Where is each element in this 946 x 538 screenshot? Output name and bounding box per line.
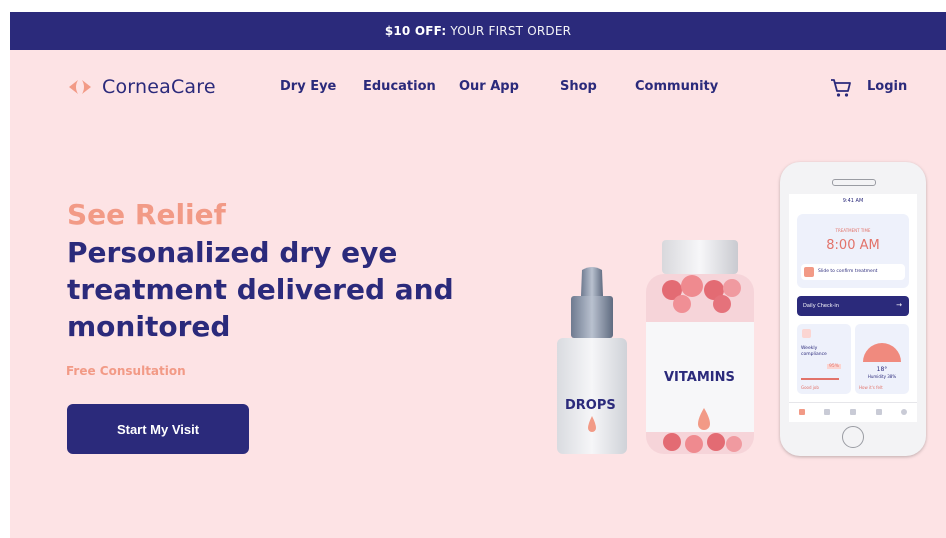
slide-handle-icon[interactable] bbox=[804, 267, 814, 277]
weather-card[interactable]: 18° Humidity 38% How it's felt bbox=[855, 324, 909, 394]
tab-settings-icon[interactable] bbox=[875, 409, 882, 415]
tab-stats-icon[interactable] bbox=[849, 409, 856, 415]
cart-icon[interactable] bbox=[830, 78, 852, 102]
tab-calendar-icon[interactable] bbox=[824, 409, 831, 415]
vitamins-jar-image: VITAMINS bbox=[642, 238, 758, 456]
phone-tab-bar bbox=[789, 402, 917, 421]
treatment-time-label: TREATMENT TIME bbox=[835, 228, 871, 233]
page-background: $10 OFF: YOUR FIRST ORDER CorneaCare Dry… bbox=[10, 12, 946, 538]
compliance-bar bbox=[801, 378, 839, 380]
humidity-text: Humidity 38% bbox=[867, 374, 897, 379]
promo-banner[interactable]: $10 OFF: YOUR FIRST ORDER bbox=[10, 12, 946, 50]
good-job-link[interactable]: Good job bbox=[801, 385, 819, 390]
start-my-visit-button[interactable]: Start My Visit bbox=[67, 404, 249, 454]
free-consultation-text: Free Consultation bbox=[66, 364, 186, 378]
nav-link-education[interactable]: Education bbox=[363, 79, 436, 94]
brand-logo[interactable]: CorneaCare bbox=[66, 76, 216, 98]
tab-profile-icon[interactable] bbox=[901, 409, 908, 415]
daily-checkin-button[interactable]: Daily Check-in → bbox=[797, 296, 909, 316]
login-link[interactable]: Login bbox=[867, 79, 907, 94]
vitamins-label: VITAMINS bbox=[664, 370, 735, 385]
drops-label: DROPS bbox=[565, 398, 616, 413]
drops-bottle-image: DROPS bbox=[555, 266, 629, 456]
nav-link-shop[interactable]: Shop bbox=[560, 79, 597, 94]
phone-status-time: 9:41 AM bbox=[842, 198, 864, 204]
temperature-value: 18° bbox=[876, 366, 888, 373]
tab-home-icon[interactable] bbox=[798, 409, 805, 415]
phone-home-button bbox=[842, 426, 864, 448]
treatment-card: TREATMENT TIME 8:00 AM Slide to confirm … bbox=[797, 214, 909, 288]
arrow-right-icon: → bbox=[896, 301, 902, 309]
hero-title: Personalized dry eye treatment delivered… bbox=[67, 236, 454, 343]
nav-link-community[interactable]: Community bbox=[635, 79, 718, 94]
weekly-compliance-card[interactable]: Weekly compliance 95% Good job bbox=[797, 324, 851, 394]
nav-link-dry-eye[interactable]: Dry Eye bbox=[280, 79, 336, 94]
daily-checkin-label: Daily Check-in bbox=[803, 303, 839, 309]
slide-confirm-text: Slide to confirm treatment bbox=[818, 269, 878, 274]
main-nav: CorneaCare Dry Eye Education Our App Sho… bbox=[10, 76, 946, 100]
hero-kicker: See Relief bbox=[67, 198, 226, 231]
phone-app-mockup: 9:41 AM TREATMENT TIME 8:00 AM Slide to … bbox=[780, 162, 926, 458]
humidity-gauge-icon bbox=[863, 343, 901, 362]
phone-screen: 9:41 AM TREATMENT TIME 8:00 AM Slide to … bbox=[789, 194, 917, 422]
weekly-compliance-label: Weekly compliance bbox=[801, 346, 827, 357]
promo-highlight: $10 OFF: bbox=[384, 24, 447, 38]
promo-text: YOUR FIRST ORDER bbox=[450, 24, 572, 38]
cornea-logo-icon bbox=[69, 80, 91, 94]
compliance-icon bbox=[802, 329, 811, 338]
nav-link-our-app[interactable]: Our App bbox=[459, 79, 519, 94]
slide-confirm-control[interactable]: Slide to confirm treatment bbox=[801, 264, 905, 280]
brand-name: CorneaCare bbox=[102, 76, 216, 98]
weather-link[interactable]: How it's felt bbox=[859, 385, 883, 390]
phone-speaker bbox=[832, 179, 876, 186]
treatment-time: 8:00 AM bbox=[826, 238, 880, 253]
weekly-compliance-value: 95% bbox=[827, 364, 842, 369]
